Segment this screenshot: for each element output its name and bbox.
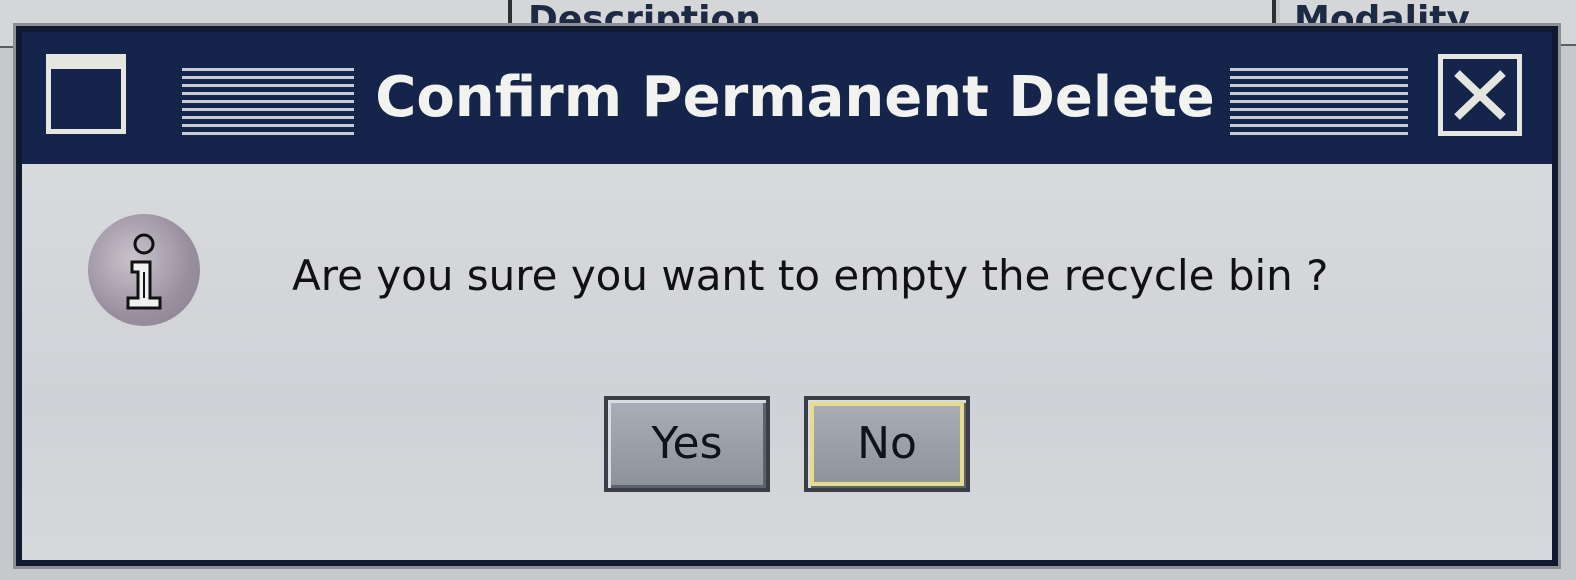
titlebar-grip-left [182,68,354,140]
yes-button[interactable]: Yes [604,396,770,492]
window-menu-icon[interactable] [46,54,126,134]
dialog-title: Confirm Permanent Delete [375,65,1215,130]
info-icon [88,214,200,326]
dialog-titlebar[interactable]: Confirm Permanent Delete [22,32,1552,164]
close-button[interactable] [1438,54,1522,136]
dialog-message: Are you sure you want to empty the recyc… [292,251,1329,300]
dialog-body: Are you sure you want to empty the recyc… [22,164,1552,560]
no-button[interactable]: No [804,396,970,492]
close-icon [1454,70,1506,120]
titlebar-grip-right [1230,68,1408,140]
confirm-delete-dialog: Confirm Permanent Delete Are you sure yo… [16,26,1558,566]
